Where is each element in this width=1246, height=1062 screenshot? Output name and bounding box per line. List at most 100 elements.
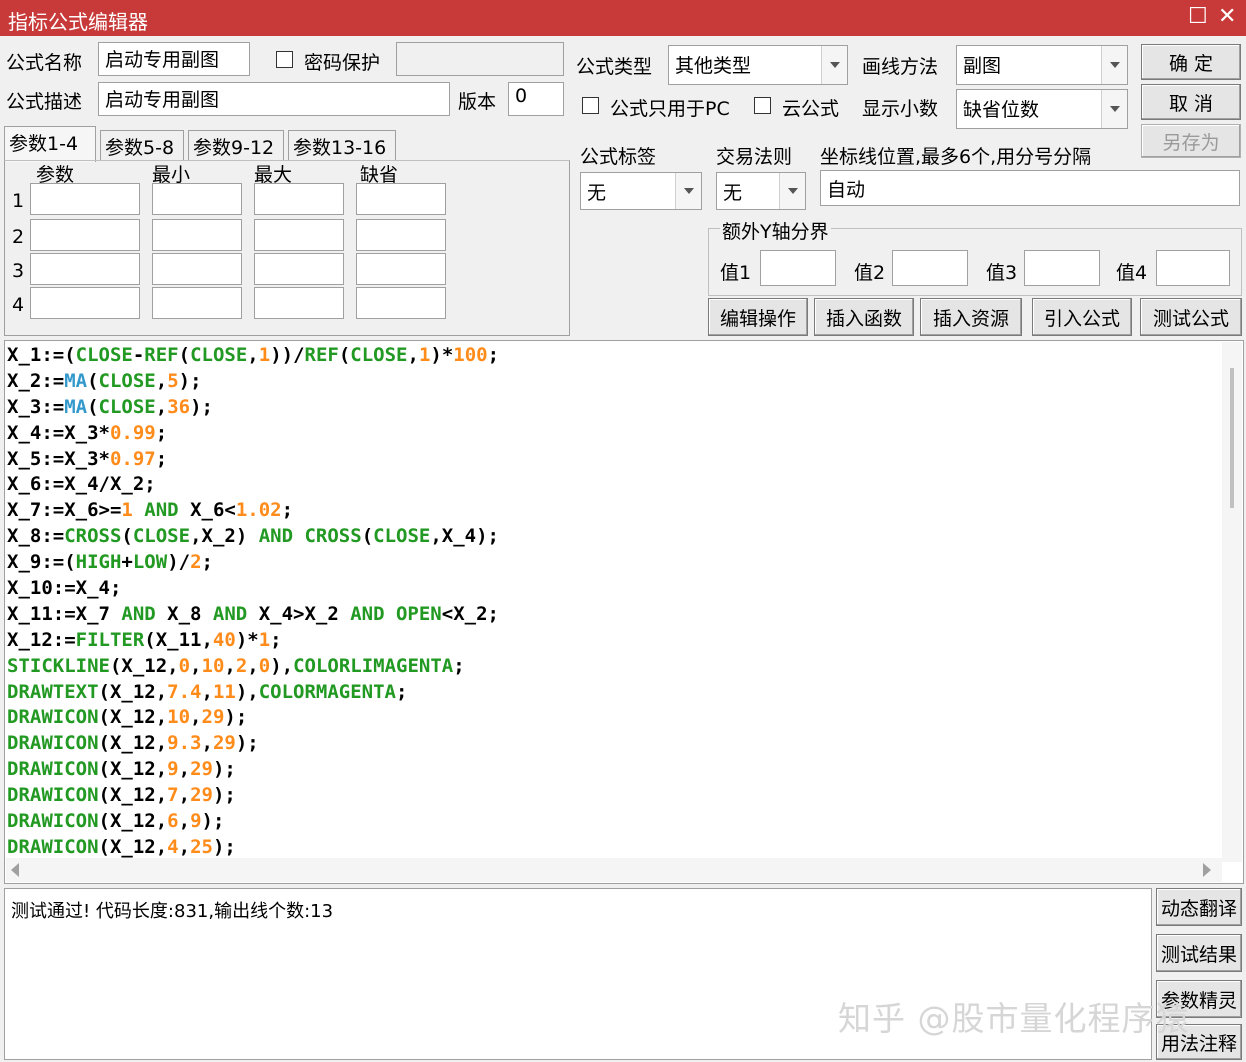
code-line[interactable]: X_3:=MA(CLOSE,36); <box>7 395 499 421</box>
param-name-input[interactable] <box>30 253 140 285</box>
test-formula-button[interactable]: 测试公式 <box>1140 298 1242 336</box>
chevron-down-icon[interactable] <box>1101 90 1127 128</box>
cancel-button[interactable]: 取 消 <box>1141 84 1241 120</box>
formula-name-label: 公式名称 <box>6 52 83 74</box>
version-label: 版本 <box>458 91 497 113</box>
param-name-input[interactable] <box>30 183 140 215</box>
code-line[interactable]: X_5:=X_3*0.97; <box>7 447 499 473</box>
horizontal-scrollbar[interactable] <box>6 858 1222 882</box>
param-default-input[interactable] <box>356 253 446 285</box>
y-value-2-input[interactable] <box>892 250 968 286</box>
trade-rule-label: 交易法则 <box>716 146 793 168</box>
y-value-3-input[interactable] <box>1024 250 1100 286</box>
code-line[interactable]: X_11:=X_7 AND X_8 AND X_4>X_2 AND OPEN<X… <box>7 602 499 628</box>
tab-params-5-8[interactable]: 参数5-8 <box>100 130 184 160</box>
param-default-input[interactable] <box>356 183 446 215</box>
param-max-input[interactable] <box>254 183 344 215</box>
insert-function-button[interactable]: 插入函数 <box>814 298 914 336</box>
edit-ops-button[interactable]: 编辑操作 <box>708 298 808 336</box>
y-value-1-input[interactable] <box>760 250 836 286</box>
formula-name-input[interactable]: 启动专用副图 <box>98 42 250 76</box>
param-max-input[interactable] <box>254 287 344 319</box>
decimals-select[interactable]: 缺省位数 <box>956 89 1128 129</box>
param-min-input[interactable] <box>152 287 242 319</box>
code-line[interactable]: DRAWICON(X_12,9.3,29); <box>7 731 499 757</box>
y-value-label: 值4 <box>1116 262 1148 284</box>
code-line[interactable]: X_4:=X_3*0.99; <box>7 421 499 447</box>
code-editor[interactable]: X_1:=(CLOSE-REF(CLOSE,1))/REF(CLOSE,1)*1… <box>4 340 1244 884</box>
version-input[interactable]: 0 <box>508 82 564 116</box>
code-line[interactable]: DRAWICON(X_12,7,29); <box>7 783 499 809</box>
param-row-number: 1 <box>12 190 25 212</box>
param-min-input[interactable] <box>152 219 242 251</box>
tab-params-1-4[interactable]: 参数1-4 <box>4 126 96 162</box>
decimals-label: 显示小数 <box>862 98 939 120</box>
cloud-label: 云公式 <box>782 98 840 120</box>
draw-method-select[interactable]: 副图 <box>956 45 1128 85</box>
output-text: 测试通过! 代码长度:831,输出线个数:13 <box>11 901 334 922</box>
param-row-number: 2 <box>12 226 25 248</box>
code-line[interactable]: X_2:=MA(CLOSE,5); <box>7 369 499 395</box>
param-name-input[interactable] <box>30 287 140 319</box>
code-line[interactable]: X_7:=X_6>=1 AND X_6<1.02; <box>7 498 499 524</box>
pc-only-label: 公式只用于PC <box>610 98 730 120</box>
trade-rule-select[interactable]: 无 <box>716 172 806 210</box>
close-icon[interactable]: ✕ <box>1218 4 1236 29</box>
chevron-down-icon[interactable] <box>779 173 805 209</box>
chevron-down-icon[interactable] <box>821 46 847 84</box>
trade-rule-value: 无 <box>723 182 743 204</box>
param-default-input[interactable] <box>356 287 446 319</box>
code-line[interactable]: X_9:=(HIGH+LOW)/2; <box>7 550 499 576</box>
code-line[interactable]: DRAWTEXT(X_12,7.4,11),COLORMAGENTA; <box>7 680 499 706</box>
save-as-button[interactable]: 另存为 <box>1141 124 1241 158</box>
cloud-checkbox[interactable] <box>754 97 771 114</box>
password-input[interactable] <box>396 42 564 76</box>
formula-tag-select[interactable]: 无 <box>580 172 702 210</box>
coord-line-input[interactable]: 自动 <box>820 170 1240 206</box>
y-value-4-input[interactable] <box>1156 250 1230 286</box>
ok-button[interactable]: 确 定 <box>1141 44 1241 80</box>
tab-params-13-16[interactable]: 参数13-16 <box>288 130 396 160</box>
formula-tag-label: 公式标签 <box>580 146 657 168</box>
code-line[interactable]: X_1:=(CLOSE-REF(CLOSE,1))/REF(CLOSE,1)*1… <box>7 343 499 369</box>
tab-params-9-12[interactable]: 参数9-12 <box>188 130 284 160</box>
watermark: 知乎 @股市量化程序猿 <box>838 999 1190 1038</box>
code-line[interactable]: DRAWICON(X_12,4,25); <box>7 835 499 861</box>
password-checkbox[interactable] <box>276 51 293 68</box>
param-row-number: 4 <box>12 294 25 316</box>
code-line[interactable]: DRAWICON(X_12,6,9); <box>7 809 499 835</box>
coord-line-label: 坐标线位置,最多6个,用分号分隔 <box>820 146 1092 168</box>
pc-only-checkbox[interactable] <box>582 97 599 114</box>
param-max-input[interactable] <box>254 219 344 251</box>
dynamic-translate-button[interactable]: 动态翻译 <box>1156 888 1242 926</box>
chevron-down-icon[interactable] <box>1101 46 1127 84</box>
formula-desc-input[interactable]: 启动专用副图 <box>98 82 450 116</box>
code-line[interactable]: X_8:=CROSS(CLOSE,X_2) AND CROSS(CLOSE,X_… <box>7 524 499 550</box>
maximize-icon[interactable]: ☐ <box>1188 4 1208 29</box>
param-name-input[interactable] <box>30 219 140 251</box>
code-line[interactable]: DRAWICON(X_12,9,29); <box>7 757 499 783</box>
code-text[interactable]: X_1:=(CLOSE-REF(CLOSE,1))/REF(CLOSE,1)*1… <box>7 343 499 861</box>
param-default-input[interactable] <box>356 219 446 251</box>
formula-type-select[interactable]: 其他类型 <box>668 45 848 85</box>
param-max-input[interactable] <box>254 253 344 285</box>
scroll-right-icon[interactable] <box>1202 863 1212 877</box>
code-line[interactable]: X_6:=X_4/X_2; <box>7 472 499 498</box>
param-min-input[interactable] <box>152 183 242 215</box>
code-line[interactable]: DRAWICON(X_12,10,29); <box>7 705 499 731</box>
code-line[interactable]: X_10:=X_4; <box>7 576 499 602</box>
chevron-down-icon[interactable] <box>675 173 701 209</box>
code-line[interactable]: X_12:=FILTER(X_11,40)*1; <box>7 628 499 654</box>
draw-method-label: 画线方法 <box>862 56 939 78</box>
insert-resource-button[interactable]: 插入资源 <box>920 298 1022 336</box>
formula-type-label: 公式类型 <box>576 56 653 78</box>
scrollbar-thumb[interactable] <box>1230 368 1234 508</box>
formula-type-value: 其他类型 <box>675 55 752 77</box>
import-formula-button[interactable]: 引入公式 <box>1032 298 1132 336</box>
password-label: 密码保护 <box>304 52 381 74</box>
scroll-left-icon[interactable] <box>10 863 20 877</box>
y-value-label: 值1 <box>720 262 752 284</box>
test-result-button[interactable]: 测试结果 <box>1156 934 1242 972</box>
code-line[interactable]: STICKLINE(X_12,0,10,2,0),COLORLIMAGENTA; <box>7 654 499 680</box>
param-min-input[interactable] <box>152 253 242 285</box>
